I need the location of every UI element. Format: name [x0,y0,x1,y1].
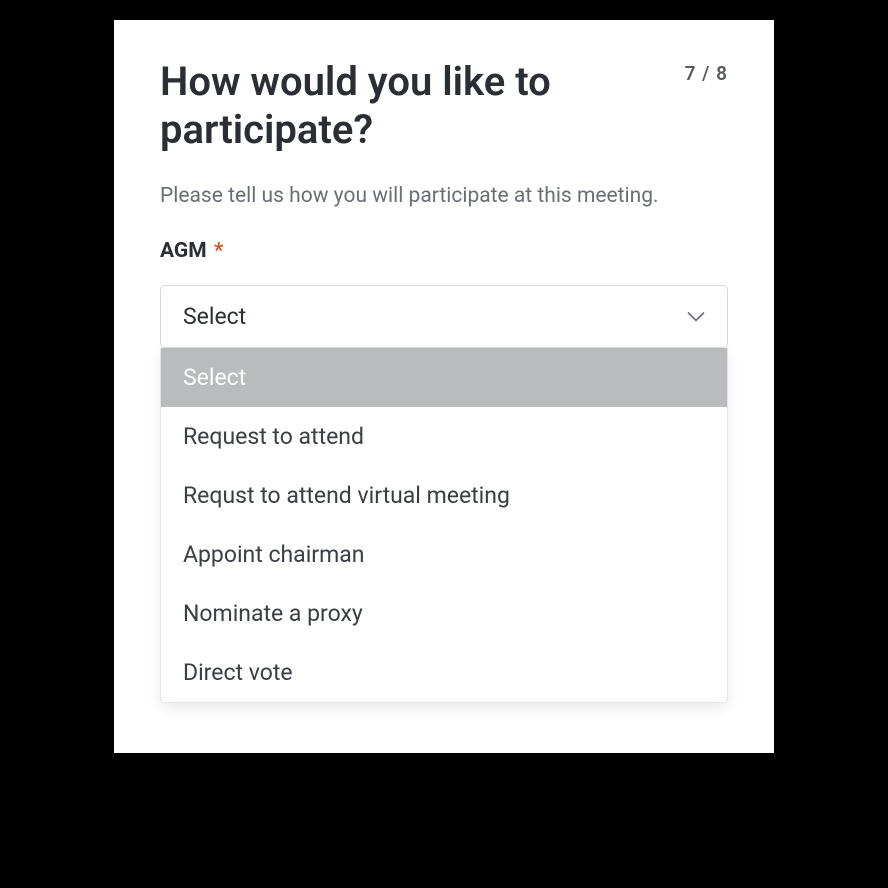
select-option[interactable]: Appoint chairman [161,525,727,584]
page-subtitle: Please tell us how you will participate … [160,182,728,211]
select-option[interactable]: Nominate a proxy [161,584,727,643]
form-card: How would you like to participate? 7 / 8… [114,20,774,753]
select-option[interactable]: Direct vote [161,643,727,702]
chevron-down-icon [687,308,705,326]
required-indicator: * [214,239,224,263]
field-label: AGM [160,239,207,263]
step-counter: 7 / 8 [685,58,728,85]
select-option[interactable]: Requst to attend virtual meeting [161,466,727,525]
select-value: Select [183,303,246,330]
select-wrapper: Select Select Request to attend Requst t… [160,285,728,703]
select-option[interactable]: Select [161,348,727,407]
select-dropdown: Select Request to attend Requst to atten… [160,348,728,703]
header-row: How would you like to participate? 7 / 8 [160,58,728,154]
select-option[interactable]: Request to attend [161,407,727,466]
page-title: How would you like to participate? [160,58,580,154]
select-trigger[interactable]: Select [160,285,728,348]
field-label-row: AGM * [160,239,728,263]
